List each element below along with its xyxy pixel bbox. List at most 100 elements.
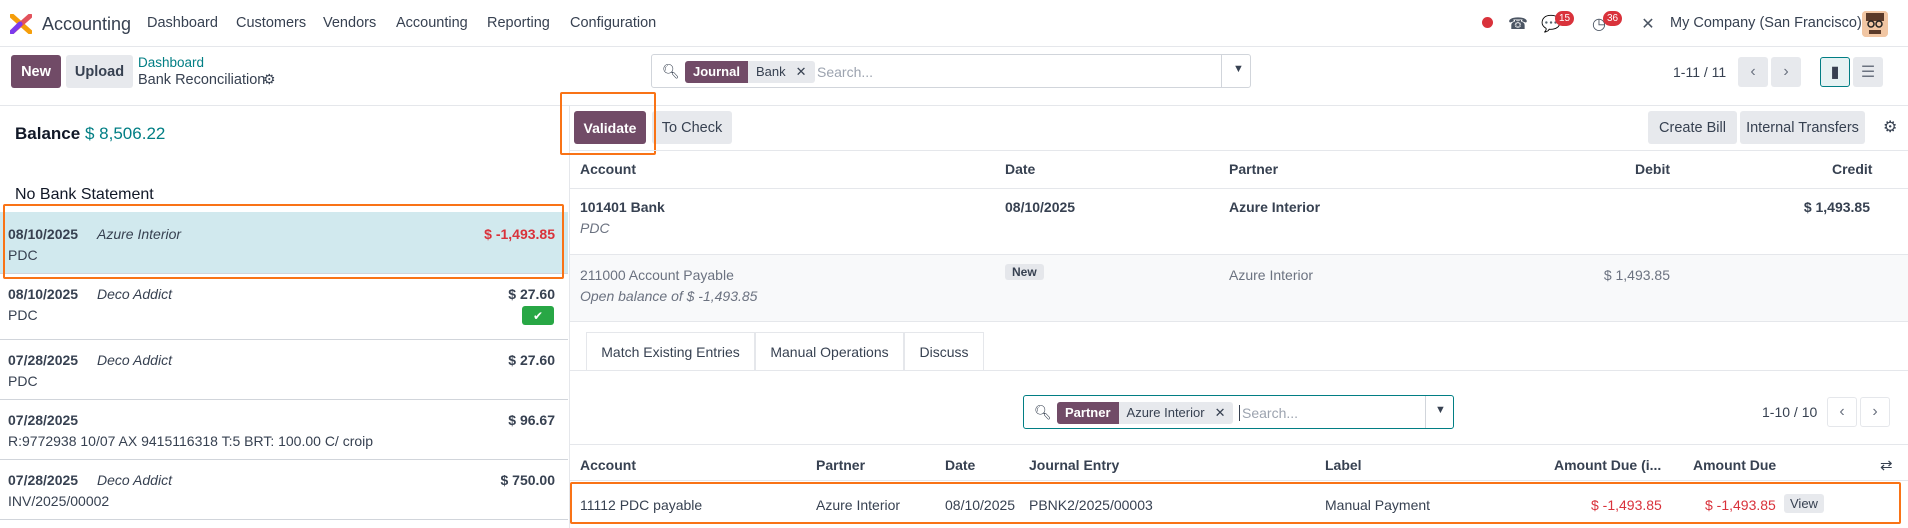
match-pager-next-button[interactable]: ›: [1860, 397, 1890, 427]
col-partner: Partner: [1229, 161, 1279, 177]
col-amount-due[interactable]: Amount Due: [1693, 457, 1776, 473]
match-pager-value[interactable]: 1-10 / 10: [1762, 404, 1817, 420]
line-amount: $ 96.67: [508, 412, 555, 428]
app-name[interactable]: Accounting: [42, 14, 131, 35]
validate-highlight: [560, 92, 656, 155]
selected-line-highlight: [3, 204, 564, 279]
search-bar[interactable]: 🔍︎ Journal Bank ✕ Search... ▼: [651, 54, 1251, 88]
search-facet-journal[interactable]: Journal Bank ✕: [685, 61, 815, 83]
divider: [570, 150, 1908, 151]
create-bill-button[interactable]: Create Bill: [1648, 111, 1737, 144]
gear-icon[interactable]: ⚙: [263, 71, 276, 88]
divider: [570, 480, 1908, 481]
menu-vendors[interactable]: Vendors: [323, 15, 376, 31]
facet-value-text: Bank: [755, 64, 786, 79]
match-pager-previous-button[interactable]: ‹: [1827, 397, 1857, 427]
col-amount-due-currency[interactable]: Amount Due (i...: [1554, 457, 1661, 473]
list-view-button[interactable]: ☰: [1853, 57, 1883, 87]
settings-gear-icon[interactable]: ⚙: [1883, 117, 1897, 137]
search-facet-partner[interactable]: Partner Azure Interior ✕: [1057, 402, 1234, 424]
entry-account[interactable]: 211000 Account Payable: [580, 267, 734, 283]
entry-sub: Open balance of $ -1,493.85: [580, 288, 758, 304]
col-account[interactable]: Account: [580, 457, 636, 473]
divider: [570, 370, 1908, 371]
new-badge: New: [1005, 264, 1044, 280]
search-input[interactable]: Search...: [817, 64, 873, 80]
pager-previous-button[interactable]: ‹: [1738, 57, 1768, 87]
user-avatar[interactable]: [1862, 11, 1888, 37]
line-ref: R:9772938 10/07 AX 9415116318 T:5 BRT: 1…: [8, 433, 374, 449]
internal-transfers-button[interactable]: Internal Transfers: [1740, 111, 1865, 144]
divider: [570, 321, 1908, 322]
entry-date: 08/10/2025: [1005, 199, 1076, 215]
activities-badge: 36: [1603, 11, 1623, 26]
top-navbar: Accounting Dashboard Customers Vendors A…: [0, 0, 1908, 47]
facet-value: Bank ✕: [747, 61, 815, 83]
phone-icon[interactable]: ☎: [1507, 13, 1529, 35]
to-check-button[interactable]: To Check: [652, 111, 732, 144]
kanban-view-button[interactable]: ▮: [1820, 57, 1850, 87]
match-search-input[interactable]: Search...: [1239, 405, 1298, 421]
statement-line[interactable]: 07/28/2025 $ 96.67 R:9772938 10/07 AX 94…: [0, 400, 568, 460]
line-partner: Deco Addict: [97, 286, 172, 302]
facet-remove-icon[interactable]: ✕: [796, 61, 807, 83]
company-switcher[interactable]: My Company (San Francisco): [1670, 15, 1862, 31]
balance-label: Balance: [15, 124, 81, 143]
facet-label: Partner: [1057, 402, 1119, 424]
search-dropdown-toggle-icon[interactable]: ▼: [1233, 63, 1244, 75]
menu-accounting[interactable]: Accounting: [396, 15, 468, 31]
new-button[interactable]: New: [11, 55, 61, 88]
menu-configuration[interactable]: Configuration: [570, 15, 656, 31]
col-partner[interactable]: Partner: [816, 457, 865, 473]
debug-tools-icon[interactable]: ✕: [1637, 13, 1659, 35]
col-label[interactable]: Label: [1325, 457, 1362, 473]
entry-partner: Azure Interior: [1229, 267, 1314, 283]
col-account: Account: [580, 161, 636, 177]
entry-row-background: [570, 255, 1908, 321]
line-ref: INV/2025/00002: [8, 493, 110, 509]
statement-line[interactable]: 07/28/2025 Deco Addict $ 750.00 INV/2025…: [0, 460, 568, 520]
entry-account[interactable]: 101401 Bank: [580, 199, 665, 215]
facet-remove-icon[interactable]: ✕: [1215, 402, 1226, 424]
divider: [1425, 396, 1426, 428]
divider: [570, 444, 1908, 445]
breadcrumb-dashboard[interactable]: Dashboard: [138, 55, 204, 70]
menu-dashboard[interactable]: Dashboard: [147, 15, 218, 31]
menu-customers[interactable]: Customers: [236, 15, 306, 31]
pager-next-button[interactable]: ›: [1771, 57, 1801, 87]
divider: [0, 105, 1908, 106]
menu-reporting[interactable]: Reporting: [487, 15, 550, 31]
search-dropdown-toggle-icon[interactable]: ▼: [1435, 404, 1446, 416]
line-amount: $ 27.60: [508, 286, 555, 302]
entry-credit: $ 1,493.85: [1803, 199, 1870, 215]
line-date: 07/28/2025: [8, 472, 79, 488]
line-date: 07/28/2025: [8, 352, 79, 368]
optional-columns-icon[interactable]: ⇄: [1880, 456, 1893, 474]
statement-line[interactable]: 07/28/2025 Deco Addict $ 27.60 PDC: [0, 340, 568, 400]
col-journal-entry[interactable]: Journal Entry: [1029, 457, 1119, 473]
messages-badge: 15: [1555, 11, 1575, 26]
match-row-highlight: [570, 482, 1901, 524]
tab-discuss[interactable]: Discuss: [904, 332, 984, 370]
facet-value: Azure Interior ✕: [1118, 402, 1234, 424]
col-credit: Credit: [1832, 161, 1873, 177]
tab-match-existing-entries[interactable]: Match Existing Entries: [586, 332, 755, 370]
statement-line[interactable]: 08/10/2025 Deco Addict $ 27.60 PDC ✔: [0, 274, 568, 340]
tab-manual-operations[interactable]: Manual Operations: [755, 332, 904, 370]
upload-button[interactable]: Upload: [66, 55, 133, 88]
statement-label: No Bank Statement: [15, 186, 154, 203]
match-search-bar[interactable]: 🔍︎ Partner Azure Interior ✕ Search... ▼: [1023, 395, 1454, 429]
line-amount: $ 27.60: [508, 352, 555, 368]
search-icon: 🔍︎: [662, 63, 680, 79]
entry-sub: PDC: [580, 220, 610, 236]
balance-value: $ 8,506.22: [85, 124, 166, 143]
line-amount: $ 750.00: [500, 472, 556, 488]
line-date: 08/10/2025: [8, 286, 79, 302]
facet-value-text: Azure Interior: [1126, 405, 1205, 420]
recording-dot-icon[interactable]: [1482, 17, 1493, 28]
line-partner: Deco Addict: [97, 472, 172, 488]
entry-debit: $ 1,493.85: [1603, 267, 1670, 283]
pager-value[interactable]: 1-11 / 11: [1673, 64, 1726, 80]
col-date[interactable]: Date: [945, 457, 975, 473]
app-logo-icon[interactable]: [10, 14, 32, 34]
